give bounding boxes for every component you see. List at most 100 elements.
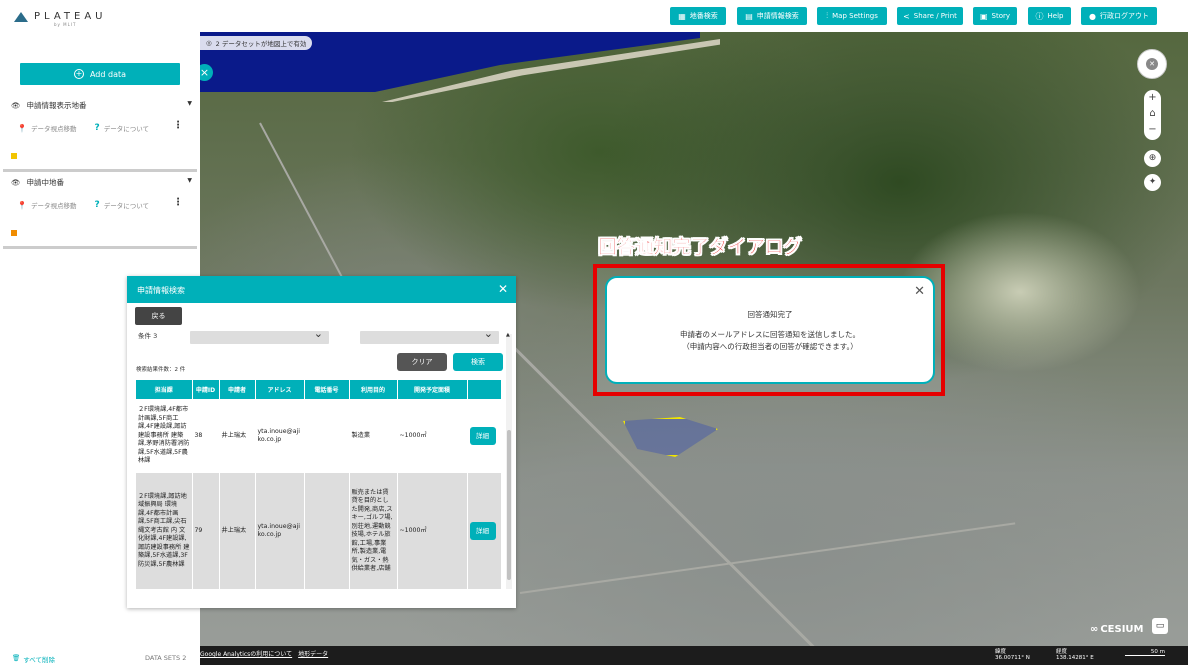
longitude-readout: 経度 138.14281° E xyxy=(1056,649,1094,661)
highlighted-parcel[interactable] xyxy=(623,417,718,457)
scale-bar: 50 m xyxy=(1125,649,1165,656)
applicant-cell: 井上瑞太 xyxy=(219,399,256,473)
detail-button[interactable]: 詳細 xyxy=(469,522,496,540)
analytics-link[interactable]: Google Analyticsの利用について xyxy=(200,649,292,658)
home-icon[interactable]: ⌂ xyxy=(1144,106,1161,122)
scroll-thumb[interactable] xyxy=(507,430,511,580)
add-data-button[interactable]: + Add data xyxy=(20,63,180,85)
eye-icon[interactable]: 👁 xyxy=(11,101,21,110)
column-header[interactable]: 申請者 xyxy=(219,380,256,399)
dialog-header: 申請情報検索 ✕ xyxy=(127,276,516,303)
purpose-cell: 製造業 xyxy=(349,399,398,473)
settings-sliders-icon: ⫶ xyxy=(826,11,829,20)
about-data-link[interactable]: データについて xyxy=(104,200,149,210)
dialog-message: 申請者のメールアドレスに回答通知を送信しました。 xyxy=(680,330,860,339)
id-cell: 79 xyxy=(192,473,220,589)
layer-title: 申請中地番 xyxy=(26,178,65,187)
logo-mark-icon xyxy=(14,9,28,23)
compass-control[interactable]: ✕ xyxy=(1137,49,1167,79)
dialog-title: 申請情報検索 xyxy=(137,286,185,295)
column-header[interactable]: 電話番号 xyxy=(304,380,350,399)
data-viewpoint-link[interactable]: データ視点移動 xyxy=(31,200,77,210)
terrain-data-link[interactable]: 地形データ xyxy=(298,649,328,658)
help-icon: ⓘ xyxy=(1035,11,1044,21)
column-header[interactable]: 開発予定面積 xyxy=(397,380,468,399)
condition-label: 条件 3 xyxy=(138,332,158,340)
layers-icon: ◎ xyxy=(206,39,212,47)
compass-icon: ✕ xyxy=(1146,58,1158,70)
column-header[interactable]: 担当課 xyxy=(136,380,193,399)
data-viewpoint-link[interactable]: データ視点移動 xyxy=(31,123,77,133)
zoom-out-icon[interactable]: − xyxy=(1144,122,1161,138)
results-table: 担当課 申請ID 申請者 アドレス 電話番号 利用目的 開発予定面積 ２F環境課… xyxy=(136,380,502,589)
app-header: PLATEAU by MLIT ▦ 地番検索 ▤ 申請情報検索 ⫶ Map Setti… xyxy=(0,0,1188,32)
document-icon: ▤ xyxy=(745,11,753,21)
plus-circle-icon: + xyxy=(73,69,84,79)
user-icon: ● xyxy=(1089,11,1096,21)
pin-icon: 📍 xyxy=(17,200,27,210)
feedback-icon[interactable]: ▭ xyxy=(1152,618,1168,634)
zoom-control: + ⌂ − xyxy=(1144,90,1161,140)
logout-button[interactable]: ● 行政ログアウト xyxy=(1081,7,1157,25)
legend-swatch xyxy=(11,153,17,159)
about-data-link[interactable]: データについて xyxy=(104,123,149,133)
latitude-readout: 緯度 36.00711° N xyxy=(995,649,1030,661)
annotation-title: 回答通知完了ダイアログ xyxy=(598,236,803,259)
lot-search-button[interactable]: ▦ 地番検索 xyxy=(670,7,726,25)
trash-icon: 🗑 xyxy=(12,654,21,662)
cesium-logo: ∞ CESIUM xyxy=(1090,624,1144,635)
dialog-title: 回答通知完了 xyxy=(747,310,793,319)
purpose-cell: 販売または賃貸を目的とした開発,商店,スキー,ゴルフ場,別荘地,運動競技場,ホテ… xyxy=(349,473,398,589)
share-print-button[interactable]: < Share / Print xyxy=(897,7,963,25)
condition-select-1[interactable] xyxy=(190,327,329,344)
legend-swatch xyxy=(11,230,17,236)
more-options-icon[interactable]: ⋮ xyxy=(173,197,183,208)
caret-down-icon[interactable]: ▼ xyxy=(187,100,192,107)
delete-all-button[interactable]: 🗑 すべて削除 xyxy=(12,654,55,664)
condition-select-2[interactable] xyxy=(360,327,499,344)
id-cell: 38 xyxy=(192,399,220,473)
map-footer: Google Analyticsの利用について 地形データ 緯度 36.0071… xyxy=(200,646,1188,665)
logo-subtext: by MLIT xyxy=(54,22,77,27)
dept-cell: ２F環境課,4F都市計画課,5F商工課,4F建設課,諏訪建設事務所 建築課,茅野… xyxy=(136,399,193,473)
map-settings-button[interactable]: ⫶ Map Settings xyxy=(817,7,887,25)
locate-icon[interactable]: ⊕ xyxy=(1144,150,1161,167)
story-button[interactable]: ▣ Story xyxy=(973,7,1017,25)
close-icon[interactable]: ✕ xyxy=(498,282,508,296)
column-header[interactable]: アドレス xyxy=(255,380,305,399)
share-icon: < xyxy=(903,11,910,21)
layer-title: 申請情報表示地番 xyxy=(26,101,87,110)
cesium-icon: ∞ xyxy=(1090,624,1099,635)
phone-cell xyxy=(304,473,350,589)
left-bottom-bar: 🗑 すべて削除 DATA SETS 2 xyxy=(0,649,200,665)
zoom-in-icon[interactable]: + xyxy=(1144,90,1161,106)
question-icon: ? xyxy=(94,200,100,210)
result-count: 検索結果件数：2 件 xyxy=(136,367,186,373)
address-cell: yta.inoue@ajiko.co.jp xyxy=(255,473,305,589)
help-button[interactable]: ⓘ Help xyxy=(1028,7,1071,25)
table-row: ２F環境課,4F都市計画課,5F商工課,4F建設課,諏訪建設事務所 建築課,茅野… xyxy=(136,399,502,473)
search-button[interactable]: 検索 xyxy=(453,353,503,371)
application-search-dialog: 申請情報検索 ✕ 戻る 条件 3 クリア 検索 検索結果件数：2 件 担当課 申… xyxy=(127,276,516,608)
datasets-count: DATA SETS 2 xyxy=(145,654,187,662)
applicant-cell: 井上瑞太 xyxy=(219,473,256,589)
close-icon[interactable]: ✕ xyxy=(914,284,925,299)
detail-button[interactable]: 詳細 xyxy=(469,427,496,445)
column-header xyxy=(467,380,502,399)
column-header[interactable]: 申請ID xyxy=(192,380,220,399)
caret-down-icon[interactable]: ▼ xyxy=(187,177,192,184)
clear-button[interactable]: クリア xyxy=(397,353,447,371)
back-button[interactable]: 戻る xyxy=(135,307,182,325)
application-search-button[interactable]: ▤ 申請情報検索 xyxy=(737,7,807,25)
results-scrollbar[interactable]: ▲ xyxy=(506,332,512,589)
more-options-icon[interactable]: ⋮ xyxy=(173,120,183,131)
eye-icon[interactable]: 👁 xyxy=(11,178,21,187)
table-row: ２F環境課,諏訪地域振興局 環境課,4F都市計画課,5F商工課,尖石縄文考古館 … xyxy=(136,473,502,589)
dept-cell: ２F環境課,諏訪地域振興局 環境課,4F都市計画課,5F商工課,尖石縄文考古館 … xyxy=(136,473,193,589)
plateau-logo[interactable]: PLATEAU by MLIT xyxy=(14,9,106,27)
area-cell: ~1000㎡ xyxy=(397,399,468,473)
column-header[interactable]: 利用目的 xyxy=(349,380,398,399)
scroll-up-icon[interactable]: ▲ xyxy=(506,332,510,338)
pedestrian-icon[interactable]: ✦ xyxy=(1144,174,1161,191)
active-datasets-note: ◎ 2 データセットが地図上で有効 xyxy=(200,36,313,50)
